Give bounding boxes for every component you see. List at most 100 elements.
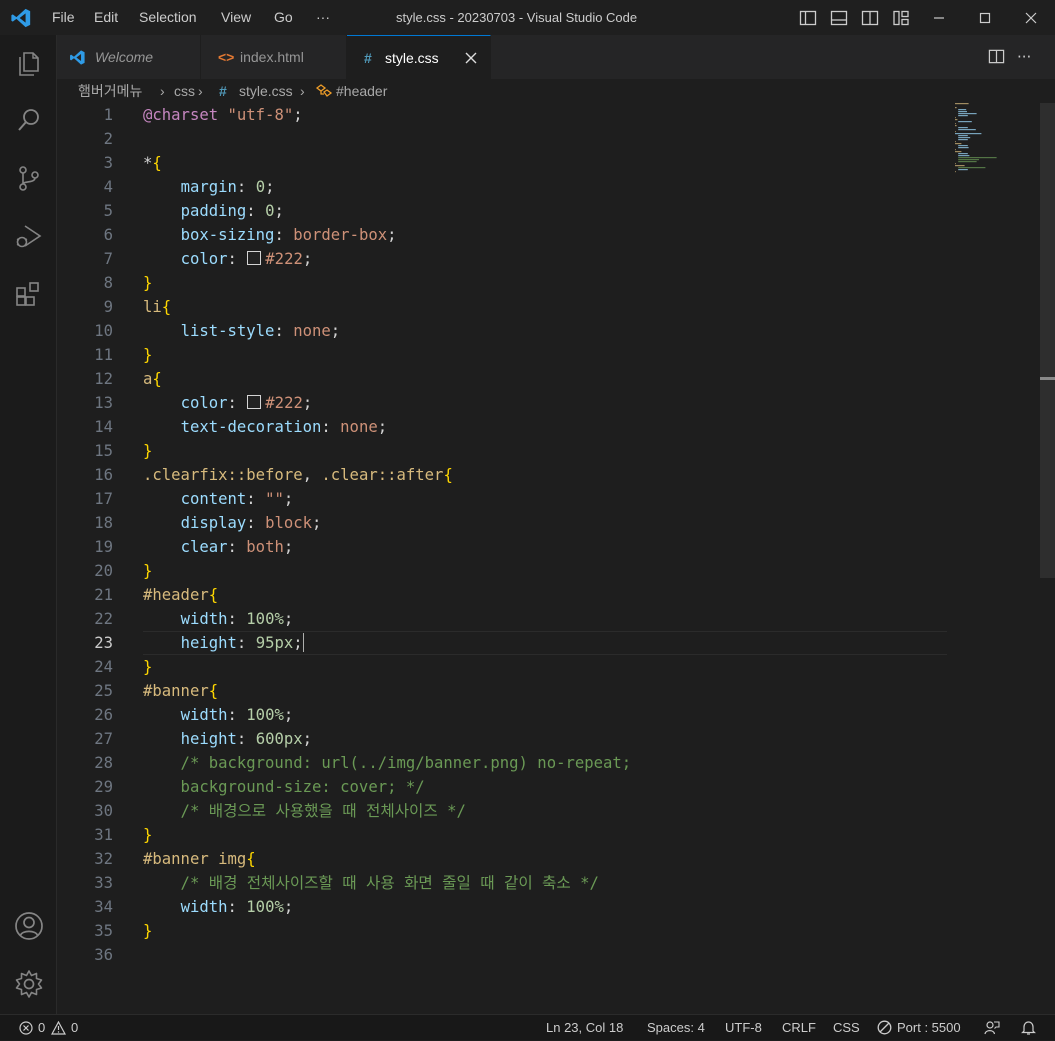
code-editor[interactable]: 1 @charset "utf-8"; 2 3 *{4 margin: 0; 5 padd… [57,103,1040,1014]
tab-style-css[interactable]: # style.css [347,35,491,79]
tab-welcome[interactable]: Welcome [57,35,201,79]
extensions-icon[interactable] [13,278,45,310]
minimap-line [958,155,970,157]
code-line[interactable]: 4 margin: 0; [57,175,947,199]
code-line[interactable]: 10 list-style: none; [57,319,947,343]
code-line[interactable]: 31} [57,823,947,847]
maximize-icon[interactable] [976,9,994,27]
menu-more[interactable]: ··· [316,0,330,35]
minimap-line [955,123,956,125]
settings-gear-icon[interactable] [13,968,45,1000]
chevron-right-icon: › [300,83,305,99]
run-debug-icon[interactable] [13,220,45,252]
code-line[interactable]: 27 height: 600px; [57,727,947,751]
scrollbar-thumb[interactable] [1040,103,1055,578]
warning-count[interactable]: 0 [71,1015,78,1041]
toggle-panel-icon[interactable] [830,9,848,27]
code-line[interactable]: 3 *{ [57,151,947,175]
code-line[interactable]: 13 color: #222; [57,391,947,415]
breadcrumb-file[interactable]: style.css [239,79,293,103]
code-line[interactable]: 20} [57,559,947,583]
code-line[interactable]: 33 /* 배경 전체사이즈할 때 사용 화면 줄일 때 같이 축소 */ [57,871,947,895]
error-icon[interactable] [19,1021,33,1035]
warning-icon[interactable] [51,1021,66,1035]
code-line[interactable]: 7 color: #222; [57,247,947,271]
breadcrumb-subfolder[interactable]: css [174,79,195,103]
close-tab-icon[interactable] [465,52,477,64]
code-line[interactable]: 24} [57,655,947,679]
code-line[interactable]: 35} [57,919,947,943]
breadcrumb-folder[interactable]: 햄버거메뉴 [78,79,142,103]
code-line[interactable]: 2 [57,127,947,151]
minimap-line [955,171,956,173]
search-icon[interactable] [13,104,45,136]
menu-selection[interactable]: Selection [139,0,197,35]
tab-index-html[interactable]: <> index.html [201,35,347,79]
notifications-bell-icon[interactable] [1021,1020,1036,1036]
code-line[interactable]: 18 display: block; [57,511,947,535]
code-line[interactable]: 28 /* background: url(../img/banner.png)… [57,751,947,775]
menu-go[interactable]: Go [274,0,293,35]
code-line[interactable]: 22 width: 100%; [57,607,947,631]
minimap-line [958,139,968,141]
code-line[interactable]: 30 /* 배경으로 사용했을 때 전체사이즈 */ [57,799,947,823]
minimap[interactable] [955,103,1035,183]
code-line[interactable]: 19 clear: both; [57,535,947,559]
menu-edit[interactable]: Edit [94,0,118,35]
explorer-icon[interactable] [13,47,45,79]
source-control-icon[interactable] [13,162,45,194]
line-code: color: #222; [180,394,313,412]
code-line[interactable]: 26 width: 100%; [57,703,947,727]
toggle-secondary-sidebar-icon[interactable] [861,9,879,27]
code-line[interactable]: 21 #header{ [57,583,947,607]
code-line[interactable]: 17 content: ""; [57,487,947,511]
accounts-icon[interactable] [13,910,45,942]
line-number: 27 [94,730,113,748]
line-number: 6 [103,226,113,244]
cursor-position[interactable]: Ln 23, Col 18 [546,1015,623,1041]
color-swatch[interactable] [247,251,262,265]
code-line[interactable]: 8} [57,271,947,295]
encoding[interactable]: UTF-8 [725,1015,762,1041]
code-line[interactable]: 29 background-size: cover; */ [57,775,947,799]
code-line[interactable]: 15} [57,439,947,463]
code-line[interactable]: 14 text-decoration: none; [57,415,947,439]
line-number: 12 [94,370,113,388]
toggle-primary-sidebar-icon[interactable] [799,9,817,27]
code-line[interactable]: 25 #banner{ [57,679,947,703]
error-count[interactable]: 0 [38,1015,45,1041]
minimize-icon[interactable] [930,9,948,27]
code-line[interactable]: 12 a{ [57,367,947,391]
indentation[interactable]: Spaces: 4 [647,1015,705,1041]
menu-view[interactable]: View [221,0,251,35]
line-code: } [143,826,153,844]
minimap-line [958,167,986,169]
live-server-port[interactable]: Port : 5500 [897,1015,961,1041]
line-code: box-sizing: border-box; [180,226,397,244]
language-mode[interactable]: CSS [833,1015,860,1041]
code-line[interactable]: 6 box-sizing: border-box; [57,223,947,247]
line-number: 7 [103,250,113,268]
minimap-line [955,117,956,119]
minimap-line [955,149,956,151]
code-line[interactable]: 11} [57,343,947,367]
code-line[interactable]: 5 padding: 0; [57,199,947,223]
code-line[interactable]: 9 li{ [57,295,947,319]
color-swatch[interactable] [247,395,262,409]
feedback-icon[interactable] [984,1020,1000,1036]
split-editor-icon[interactable] [988,48,1005,65]
code-line[interactable]: 32 #banner img{ [57,847,947,871]
code-line[interactable]: 1 @charset "utf-8"; [57,103,947,127]
end-of-line[interactable]: CRLF [782,1015,816,1041]
customize-layout-icon[interactable] [892,9,910,27]
more-actions-icon[interactable]: ··· [1017,35,1031,79]
code-line[interactable]: 23 height: 95px; [57,631,947,655]
code-line[interactable]: 16 .clearfix::before, .clear::after{ [57,463,947,487]
menu-file[interactable]: File [52,0,75,35]
code-line[interactable]: 36 [57,943,947,967]
line-number: 34 [94,898,113,916]
breadcrumb-symbol[interactable]: #header [336,79,387,103]
line-number: 29 [94,778,113,796]
code-line[interactable]: 34 width: 100%; [57,895,947,919]
close-window-icon[interactable] [1022,9,1040,27]
